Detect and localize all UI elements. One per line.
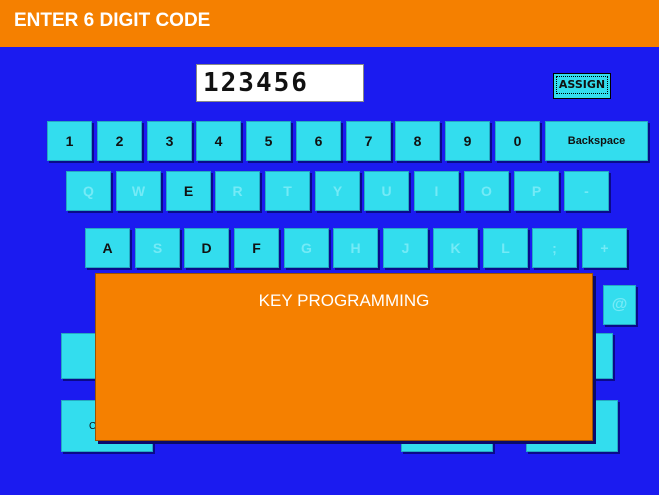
key-7[interactable]: 7	[346, 121, 391, 161]
key-w[interactable]: W	[116, 171, 161, 211]
key-3[interactable]: 3	[147, 121, 192, 161]
key-6[interactable]: 6	[296, 121, 341, 161]
key-4[interactable]: 4	[196, 121, 241, 161]
key-u[interactable]: U	[364, 171, 409, 211]
key-j[interactable]: J	[383, 228, 428, 268]
backspace-key[interactable]: Backspace	[545, 121, 648, 161]
code-display[interactable]: 123456	[196, 64, 364, 102]
key-semicolon[interactable]: ;	[532, 228, 577, 268]
key-h[interactable]: H	[333, 228, 378, 268]
key-programming-dialog: KEY PROGRAMMING	[95, 273, 593, 441]
key-f[interactable]: F	[234, 228, 279, 268]
key-p[interactable]: P	[514, 171, 559, 211]
assign-button[interactable]: ASSIGN	[553, 73, 611, 99]
key-g[interactable]: G	[284, 228, 329, 268]
key-d[interactable]: D	[184, 228, 229, 268]
key-at[interactable]: @	[603, 285, 636, 325]
key-q[interactable]: Q	[66, 171, 111, 211]
key-y[interactable]: Y	[315, 171, 360, 211]
key-plus[interactable]: +	[582, 228, 627, 268]
key-1[interactable]: 1	[47, 121, 92, 161]
key-9[interactable]: 9	[445, 121, 490, 161]
page-title: ENTER 6 DIGIT CODE	[14, 10, 211, 31]
assign-button-label: ASSIGN	[556, 76, 608, 94]
key-5[interactable]: 5	[246, 121, 291, 161]
key-r[interactable]: R	[215, 171, 260, 211]
key-o[interactable]: O	[464, 171, 509, 211]
key-e[interactable]: E	[166, 171, 211, 211]
title-bar: ENTER 6 DIGIT CODE	[0, 0, 659, 47]
key-i[interactable]: I	[414, 171, 459, 211]
key-2[interactable]: 2	[97, 121, 142, 161]
key-minus[interactable]: -	[564, 171, 609, 211]
key-8[interactable]: 8	[395, 121, 440, 161]
key-k[interactable]: K	[433, 228, 478, 268]
dialog-title: KEY PROGRAMMING	[258, 291, 430, 310]
key-a[interactable]: A	[85, 228, 130, 268]
key-t[interactable]: T	[265, 171, 310, 211]
key-l[interactable]: L	[483, 228, 528, 268]
key-0[interactable]: 0	[495, 121, 540, 161]
key-s[interactable]: S	[135, 228, 180, 268]
